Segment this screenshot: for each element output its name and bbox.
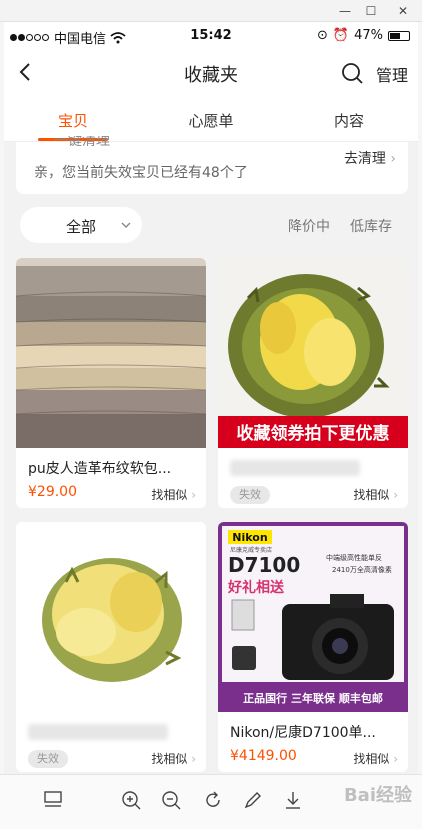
blurred-name bbox=[28, 724, 168, 740]
tab-wishlist[interactable]: 心愿单 bbox=[142, 110, 280, 131]
dropdown-label: 全部 bbox=[66, 218, 97, 236]
phone-screen: 中国电信 15:42 ⊙ ⏰ 47% 收藏夹 管理 宝贝 心愿单 内容 一键清理… bbox=[4, 22, 418, 774]
leather-fabric-image bbox=[16, 258, 206, 448]
find-similar-label: 找相似 bbox=[353, 752, 390, 766]
minimize-icon[interactable]: — bbox=[336, 3, 354, 19]
find-similar-button[interactable]: 找相似 › bbox=[151, 750, 196, 767]
filter-low-stock[interactable]: 低库存 bbox=[350, 216, 392, 236]
search-icon[interactable] bbox=[341, 62, 363, 84]
battery-icon bbox=[388, 30, 410, 41]
svg-text:中端级高性能单反: 中端级高性能单反 bbox=[326, 553, 382, 562]
find-similar-button[interactable]: 找相似 › bbox=[353, 486, 398, 503]
signal-icon bbox=[10, 30, 50, 45]
product-price: ¥4149.00 bbox=[230, 748, 297, 764]
product-card[interactable]: pu皮人造革布纹软包... ¥29.00 找相似 › bbox=[16, 258, 206, 508]
alarm-icon: ⏰ bbox=[332, 28, 350, 43]
status-bar: 中国电信 15:42 ⊙ ⏰ 47% bbox=[4, 22, 418, 50]
rotate-icon[interactable] bbox=[202, 789, 224, 811]
invalid-badge: 失效 bbox=[28, 750, 68, 768]
tab-items[interactable]: 宝贝 bbox=[4, 110, 142, 131]
chevron-right-icon: › bbox=[191, 752, 196, 766]
find-similar-label: 找相似 bbox=[151, 488, 188, 502]
chevron-right-icon: › bbox=[191, 488, 196, 502]
viewer-toolbar: Bai经验 bbox=[0, 774, 422, 829]
invalid-items-notice: 一键清理 亲，您当前失效宝贝已经有48个了 去清理 › bbox=[16, 136, 408, 194]
navigation-bar: 收藏夹 管理 bbox=[4, 50, 418, 96]
product-price: ¥29.00 bbox=[28, 484, 77, 500]
zoom-out-icon[interactable] bbox=[160, 789, 182, 811]
chevron-right-icon: › bbox=[393, 752, 398, 766]
rotation-lock-icon: ⊙ bbox=[317, 28, 328, 43]
banner-text: 收藏领券拍下更优惠 bbox=[237, 423, 390, 444]
svg-text:Nikon: Nikon bbox=[232, 531, 267, 544]
svg-text:D7100: D7100 bbox=[228, 553, 300, 577]
close-icon[interactable]: ✕ bbox=[394, 3, 412, 19]
window-titlebar: — ☐ ✕ bbox=[0, 0, 422, 22]
clean-up-label: 去清理 bbox=[343, 151, 386, 167]
maximize-icon[interactable]: ☐ bbox=[362, 3, 380, 19]
invalid-badge: 失效 bbox=[230, 486, 270, 504]
find-similar-label: 找相似 bbox=[353, 488, 390, 502]
filter-price-drop[interactable]: 降价中 bbox=[288, 216, 330, 236]
category-dropdown[interactable]: 全部 bbox=[20, 207, 142, 243]
chevron-right-icon: › bbox=[393, 488, 398, 502]
zoom-in-icon[interactable] bbox=[120, 789, 142, 811]
svg-text:正品国行 三年联保 顺丰包邮: 正品国行 三年联保 顺丰包邮 bbox=[243, 691, 383, 705]
pen-icon[interactable] bbox=[242, 789, 264, 811]
nikon-camera-ad: Nikon 尼康克威专卖店 D7100 中端级高性能单反 2410万全高清像素 … bbox=[218, 522, 408, 712]
tab-content[interactable]: 内容 bbox=[280, 110, 418, 131]
find-similar-label: 找相似 bbox=[151, 752, 188, 766]
product-card[interactable]: 失效 找相似 › bbox=[16, 522, 206, 772]
blurred-name bbox=[230, 460, 360, 476]
manage-button[interactable]: 管理 bbox=[376, 62, 408, 86]
layout-icon[interactable] bbox=[42, 789, 64, 811]
notice-message: 亲，您当前失效宝贝已经有48个了 bbox=[34, 165, 248, 181]
notice-partial-text: 一键清理 bbox=[54, 136, 110, 146]
product-card[interactable]: 收藏领券拍下更优惠 失效 找相似 › bbox=[218, 258, 408, 508]
wifi-icon bbox=[110, 31, 126, 43]
product-card[interactable]: Nikon 尼康克威专卖店 D7100 中端级高性能单反 2410万全高清像素 … bbox=[218, 522, 408, 772]
download-icon[interactable] bbox=[282, 789, 304, 811]
filter-row: 全部 降价中 低库存 bbox=[4, 202, 418, 250]
product-name: Nikon/尼康D7100单... bbox=[230, 725, 376, 741]
chevron-right-icon: › bbox=[390, 151, 396, 167]
watermark: Bai经验 bbox=[343, 785, 412, 806]
svg-text:2410万全高清像素: 2410万全高清像素 bbox=[332, 565, 392, 574]
app-window: — ☐ ✕ 中国电信 15:42 ⊙ ⏰ 47% 收藏夹 管理 宝贝 心愿单 内… bbox=[0, 0, 422, 829]
find-similar-button[interactable]: 找相似 › bbox=[353, 750, 398, 767]
svg-text:好礼相送: 好礼相送 bbox=[227, 579, 285, 596]
carrier-label: 中国电信 bbox=[54, 32, 107, 47]
durian-image: 收藏领券拍下更优惠 bbox=[218, 258, 408, 448]
product-name: pu皮人造革布纹软包... bbox=[28, 461, 172, 477]
durian-image bbox=[16, 522, 206, 712]
battery-percent: 47% bbox=[354, 28, 383, 43]
find-similar-button[interactable]: 找相似 › bbox=[151, 486, 196, 503]
chevron-down-icon bbox=[121, 222, 131, 228]
clean-up-button[interactable]: 去清理 › bbox=[344, 148, 396, 168]
